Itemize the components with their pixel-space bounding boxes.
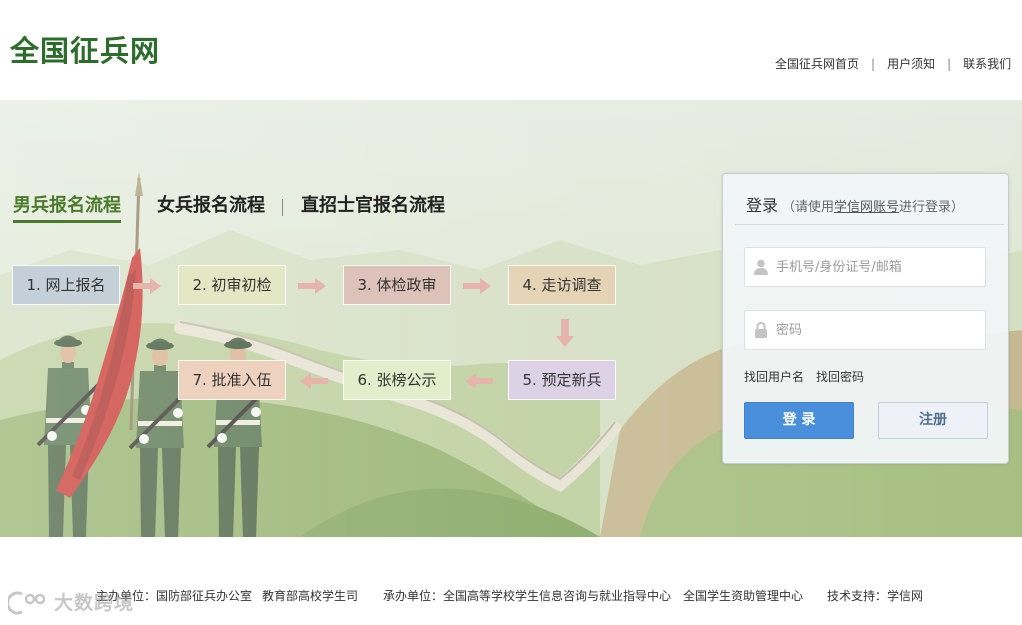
- nav-separator: |: [947, 57, 952, 71]
- arrow-left-icon: [465, 373, 493, 389]
- register-button[interactable]: 注册: [878, 402, 988, 439]
- footer-undertaker: 承办单位：全国高等学校学生信息咨询与就业指导中心: [383, 589, 672, 603]
- login-panel: 登录（请使用学信网账号进行登录） 找回用户名找回密码 登 录 注册: [722, 173, 1009, 464]
- process-step: 5. 预定新兵: [508, 360, 616, 400]
- footer-tech-support: 技术支持：学信网: [827, 589, 924, 603]
- site-logo[interactable]: 全国征兵网: [10, 33, 160, 69]
- login-title: 登录: [746, 196, 779, 215]
- tab-female-enlistment[interactable]: 女兵报名流程: [157, 194, 265, 220]
- lock-icon: [755, 322, 767, 338]
- divider: [735, 224, 1004, 225]
- username-field[interactable]: [744, 247, 986, 287]
- arrow-left-icon: [300, 373, 328, 389]
- nav-separator: |: [871, 57, 876, 71]
- top-nav: 全国征兵网首页 | 用户须知 | 联系我们: [775, 56, 1011, 72]
- nav-user-notice-link[interactable]: 用户须知: [887, 56, 935, 72]
- tab-male-enlistment[interactable]: 男兵报名流程: [13, 194, 121, 223]
- find-username-link[interactable]: 找回用户名: [744, 370, 804, 384]
- arrow-down-icon: [556, 319, 574, 347]
- xuexin-account-link[interactable]: 学信网账号: [834, 200, 899, 215]
- watermark: 大数跨境: [8, 590, 134, 616]
- login-hint-close: 进行登录）: [899, 200, 965, 215]
- process-step: 4. 走访调查: [508, 265, 616, 305]
- footer-organizer-2: 教育部高校学生司: [262, 589, 359, 603]
- username-input[interactable]: [745, 248, 985, 286]
- user-icon: [754, 259, 768, 275]
- footer-undertaker-2: 全国学生资助管理中心: [683, 589, 804, 603]
- process-step: 6. 张榜公示: [343, 360, 451, 400]
- password-input[interactable]: [745, 311, 985, 349]
- site-header: 全国征兵网 全国征兵网首页 | 用户须知 | 联系我们: [0, 0, 1022, 100]
- arrow-right-icon: [463, 278, 491, 294]
- nav-contact-link[interactable]: 联系我们: [963, 56, 1011, 72]
- process-step: 2. 初审初检: [178, 265, 286, 305]
- process-step: 7. 批准入伍: [178, 360, 286, 400]
- login-hint-open: （请使用: [782, 200, 835, 215]
- login-hint: （请使用学信网账号进行登录）: [782, 200, 964, 215]
- arrow-right-icon: [298, 278, 326, 294]
- site-footer: 主办单位：国防部征兵办公室 教育部高校学生司 承办单位：全国高等学校学生信息咨询…: [0, 537, 1022, 625]
- tab-nco-enlistment[interactable]: 直招士官报名流程: [301, 194, 445, 220]
- tab-divider: [282, 199, 283, 216]
- process-step: 1. 网上报名: [12, 265, 120, 305]
- login-button[interactable]: 登 录: [744, 402, 854, 439]
- login-header: 登录 （请使用学信网账号进行登录）: [746, 194, 964, 220]
- watermark-text: 大数跨境: [54, 592, 135, 614]
- recovery-links: 找回用户名 找回密码: [744, 369, 864, 385]
- watermark-logo-icon: [8, 591, 46, 615]
- process-tabs: 男兵报名流程 女兵报名流程 直招士官报名流程: [13, 194, 473, 226]
- find-password-link[interactable]: 找回密码: [816, 370, 864, 384]
- process-step: 3. 体检政审: [343, 265, 451, 305]
- arrow-right-icon: [133, 278, 161, 294]
- nav-home-link[interactable]: 全国征兵网首页: [775, 56, 859, 72]
- password-field[interactable]: [744, 310, 986, 350]
